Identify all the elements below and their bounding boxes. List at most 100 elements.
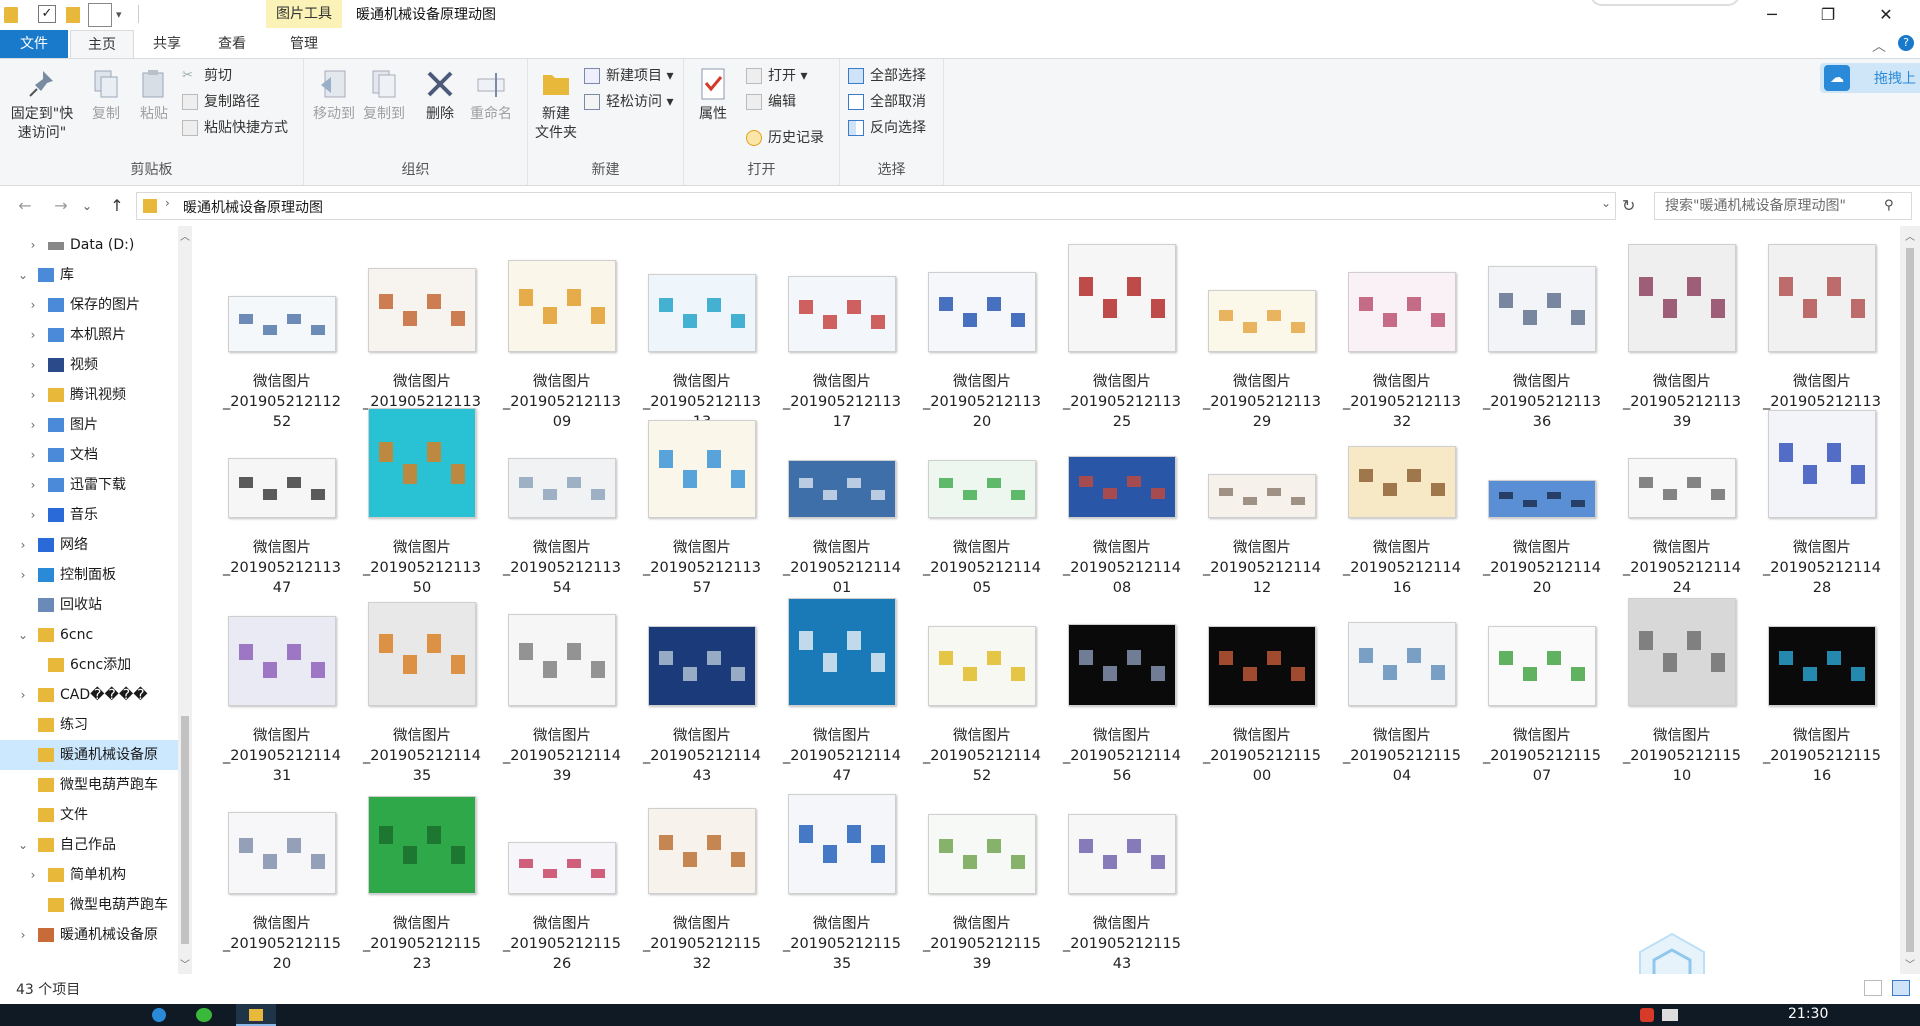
properties-quick-icon[interactable]: ✓ — [38, 5, 56, 23]
ribbon-collapse-icon[interactable]: ︿ — [1872, 36, 1886, 56]
history-button[interactable]: 历史记录 — [746, 127, 824, 149]
sidebar-item[interactable]: › 本机照片 — [0, 320, 178, 350]
chevron-right-icon[interactable]: › — [26, 410, 40, 440]
file-item[interactable]: 微信图片 _20190521211309 — [500, 240, 624, 430]
chevron-down-icon[interactable]: ⌄ — [16, 260, 30, 290]
select-none-button[interactable]: 全部取消 — [848, 91, 926, 113]
file-item[interactable]: 微信图片 _20190521211439 — [500, 594, 624, 784]
explorer-taskbar-button[interactable] — [236, 1004, 276, 1026]
details-view-icon[interactable] — [1864, 980, 1882, 996]
file-item[interactable]: 微信图片 _20190521211405 — [920, 406, 1044, 596]
file-item[interactable]: 微信图片 _20190521211339 — [1620, 240, 1744, 430]
file-item[interactable]: 微信图片 _20190521211320 — [920, 240, 1044, 430]
scroll-thumb[interactable] — [1906, 248, 1914, 952]
file-item[interactable]: 微信图片_20190521211343 — [1760, 240, 1884, 430]
file-item[interactable]: 微信图片 _20190521211357 — [640, 406, 764, 596]
chevron-right-icon[interactable]: › — [26, 380, 40, 410]
delete-button[interactable]: 删除 — [420, 67, 460, 124]
file-item[interactable]: 微信图片 _20190521211435 — [360, 594, 484, 784]
file-item[interactable]: 微信图片 _20190521211510 — [1620, 594, 1744, 784]
tab-share[interactable]: 共享 — [140, 30, 194, 58]
wechat-icon[interactable] — [196, 1008, 212, 1022]
refresh-icon[interactable]: ↻ — [1622, 196, 1635, 215]
tab-view[interactable]: 查看 — [204, 30, 260, 58]
recent-locations-icon[interactable]: ⌄ — [80, 194, 94, 218]
copy-path-button[interactable]: 复制路径 — [182, 91, 260, 113]
select-all-button[interactable]: 全部选择 — [848, 65, 926, 87]
file-item[interactable]: 微信图片 _20190521211447 — [780, 594, 904, 784]
file-item[interactable]: 微信图片 _20190521211354 — [500, 406, 624, 596]
invert-selection-button[interactable]: 反向选择 — [848, 117, 926, 139]
sidebar-item[interactable]: 6cnc添加 — [0, 650, 178, 680]
file-item[interactable]: 微信图片 _20190521211252 — [220, 240, 344, 430]
file-item[interactable]: 微信图片 _20190521211543 — [1060, 782, 1184, 972]
sidebar-item[interactable]: › 视频 — [0, 350, 178, 380]
file-item[interactable]: 微信图片 _20190521211523 — [360, 782, 484, 972]
close-button[interactable]: ✕ — [1858, 0, 1914, 28]
file-item[interactable]: 微信图片 _20190521211332 — [1340, 240, 1464, 430]
sidebar-item[interactable]: › Data (D:) — [0, 230, 178, 260]
chevron-down-icon[interactable]: ⌄ — [16, 830, 30, 860]
chevron-right-icon[interactable]: › — [16, 920, 30, 950]
help-icon[interactable]: ? — [1898, 35, 1914, 51]
edge-icon[interactable] — [152, 1008, 166, 1022]
sidebar-item[interactable]: ⌄ 自己作品 — [0, 830, 178, 860]
tab-home[interactable]: 主页 — [70, 30, 134, 59]
file-item[interactable]: 微信图片 _20190521211539 — [920, 782, 1044, 972]
sidebar-item[interactable]: › 网络 — [0, 530, 178, 560]
sidebar-item[interactable]: › 简单机构 — [0, 860, 178, 890]
chevron-right-icon[interactable]: › — [26, 860, 40, 890]
file-item[interactable]: 微信图片 _20190521211336 — [1480, 240, 1604, 430]
move-to-button[interactable]: 移动到 — [310, 67, 358, 124]
chevron-right-icon[interactable]: › — [16, 680, 30, 710]
chevron-right-icon[interactable]: › — [26, 440, 40, 470]
new-item-button[interactable]: 新建项目 ▾ — [584, 65, 673, 87]
file-item[interactable]: 微信图片 _20190521211401 — [780, 406, 904, 596]
sidebar-item[interactable]: 文件 — [0, 800, 178, 830]
file-item[interactable]: 微信图片 _20190521211532 — [640, 782, 764, 972]
folder-icon[interactable] — [4, 7, 18, 23]
search-input[interactable]: 搜索"暖通机械设备原理动图" — [1654, 192, 1912, 220]
file-item[interactable]: 微信图片 _20190521211408 — [1060, 406, 1184, 596]
open-button[interactable]: 打开 ▾ — [746, 65, 807, 87]
chevron-right-icon[interactable]: › — [26, 500, 40, 530]
tab-manage[interactable]: 管理 — [274, 30, 334, 58]
chevron-right-icon[interactable]: › — [26, 290, 40, 320]
nav-pane-scrollbar[interactable]: ︿ ﹀ — [178, 226, 192, 974]
scroll-down-icon[interactable]: ﹀ — [180, 956, 190, 971]
cut-button[interactable]: ✂ 剪切 — [182, 65, 232, 87]
chevron-right-icon[interactable]: › — [26, 470, 40, 500]
scroll-down-icon[interactable]: ﹀ — [1905, 956, 1915, 971]
paste-button[interactable]: 粘贴 — [132, 67, 176, 124]
sidebar-item[interactable]: › 音乐 — [0, 500, 178, 530]
file-item[interactable]: 微信图片 _20190521211452 — [920, 594, 1044, 784]
sidebar-item[interactable]: 微型电葫芦跑车 — [0, 770, 178, 800]
properties-button[interactable]: 属性 — [688, 67, 738, 124]
paste-shortcut-button[interactable]: 粘贴快捷方式 — [182, 117, 288, 139]
large-icons-view-icon[interactable] — [1892, 980, 1910, 996]
sidebar-item[interactable]: ⌄ 库 — [0, 260, 178, 290]
file-item[interactable]: 微信图片 _20190521211329 — [1200, 240, 1324, 430]
file-item[interactable]: 微信图片 _20190521211428 — [1760, 406, 1884, 596]
file-item[interactable]: 微信图片 _20190521211504 — [1340, 594, 1464, 784]
address-dropdown-icon[interactable]: ⌄ — [1601, 196, 1611, 210]
chevron-right-icon[interactable]: › — [16, 560, 30, 590]
copy-button[interactable]: 复制 — [84, 67, 128, 124]
scroll-up-icon[interactable]: ︿ — [1905, 228, 1915, 243]
sidebar-item[interactable]: 微型电葫芦跑车 — [0, 890, 178, 920]
sidebar-item[interactable]: 练习 — [0, 710, 178, 740]
chevron-right-icon[interactable]: › — [26, 350, 40, 380]
sidebar-item[interactable]: 暖通机械设备原 — [0, 740, 178, 770]
sidebar-item[interactable]: › 控制面板 — [0, 560, 178, 590]
sidebar-item[interactable]: ⌄ 6cnc — [0, 620, 178, 650]
file-item[interactable]: 微信图片 _20190521211347 — [220, 406, 344, 596]
file-item[interactable]: 微信图片 _20190521211443 — [640, 594, 764, 784]
tray-display-icon[interactable] — [1662, 1009, 1678, 1021]
file-item[interactable]: 微信图片 _20190521211424 — [1620, 406, 1744, 596]
up-button[interactable]: ↑ — [104, 194, 130, 218]
file-item[interactable]: 微信图片 _20190521211516 — [1760, 594, 1884, 784]
chevron-right-icon[interactable]: › — [26, 230, 40, 260]
edit-button[interactable]: 编辑 — [746, 91, 796, 113]
file-item[interactable]: 微信图片_20190521211302 — [360, 240, 484, 430]
floating-toolbar[interactable] — [1590, 0, 1740, 6]
